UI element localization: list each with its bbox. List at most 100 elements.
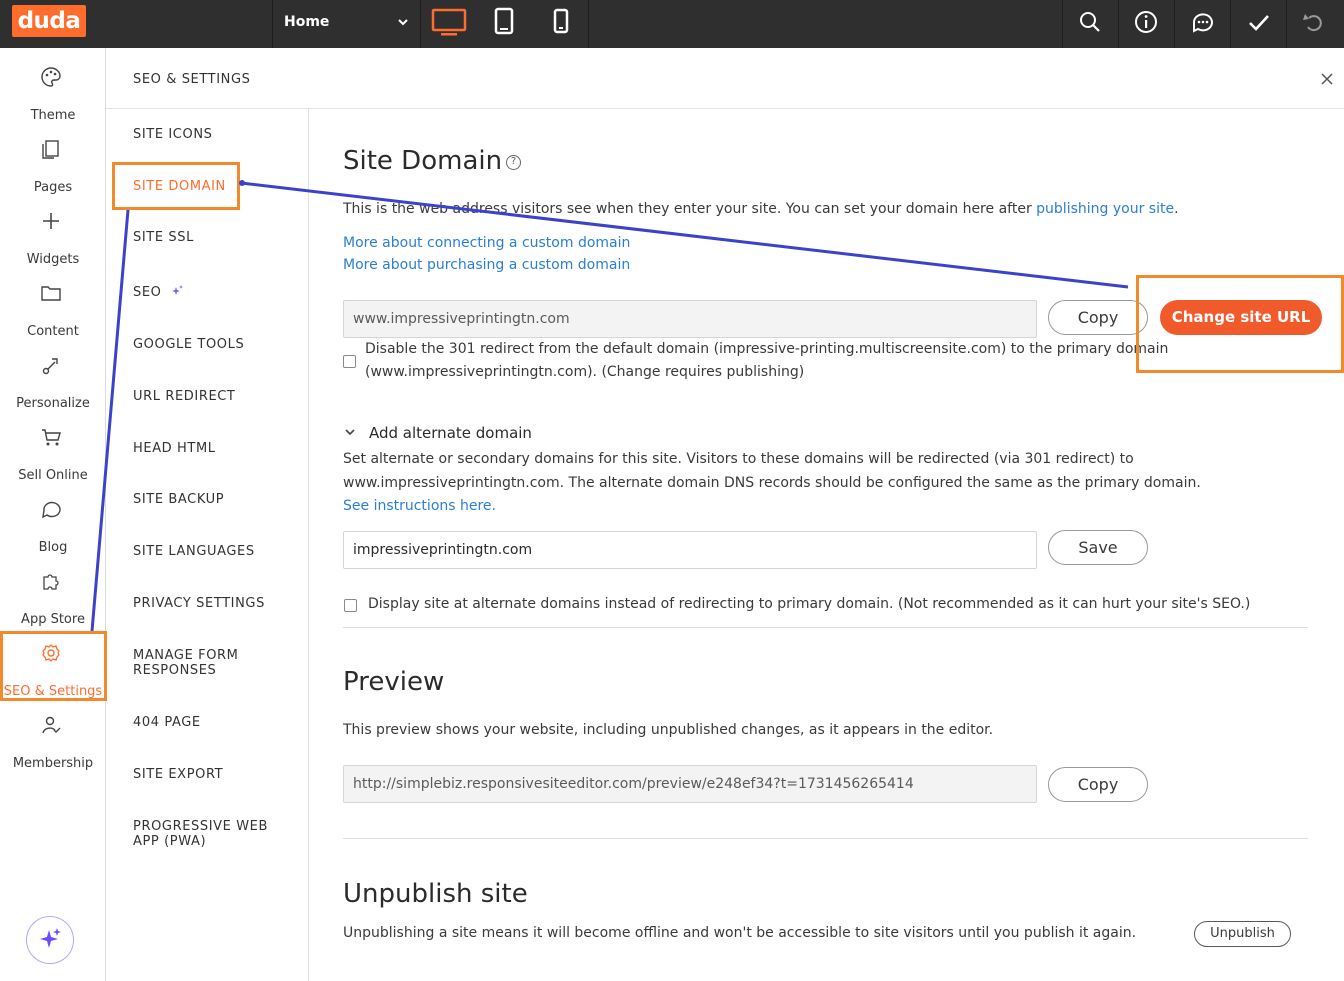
- duda-logo[interactable]: duda: [12, 5, 86, 37]
- pages-icon: [42, 140, 59, 159]
- sparkle-icon: [40, 928, 61, 948]
- add-alternate-domain-toggle[interactable]: Add alternate domain: [369, 422, 532, 445]
- personalize-icon: [42, 358, 58, 375]
- toolbar-divider: [1174, 0, 1175, 48]
- panel-header: SEO & SETTINGS: [106, 48, 1344, 109]
- change-site-url-button[interactable]: Change site URL: [1160, 300, 1322, 335]
- alternate-description-1: Set alternate or secondary domains for t…: [343, 451, 1134, 467]
- rail-item-blog[interactable]: Blog: [0, 490, 106, 560]
- desktop-icon[interactable]: [431, 6, 467, 38]
- preview-url-field[interactable]: http://simplebiz.responsivesiteeditor.co…: [343, 765, 1037, 803]
- copy-domain-button[interactable]: Copy: [1048, 300, 1148, 335]
- panel-title: SEO & SETTINGS: [133, 72, 251, 87]
- site-domain-field[interactable]: www.impressiveprintingtn.com: [343, 300, 1037, 338]
- check-icon[interactable]: [1245, 9, 1273, 37]
- nav-privacy-settings[interactable]: PRIVACY SETTINGS: [133, 596, 265, 611]
- nav-head-html[interactable]: HEAD HTML: [133, 441, 216, 456]
- toolbar-divider: [1062, 0, 1063, 48]
- alternate-domain-input[interactable]: impressiveprintingtn.com: [343, 531, 1037, 569]
- search-icon[interactable]: [1076, 9, 1104, 37]
- nav-site-export[interactable]: SITE EXPORT: [133, 767, 223, 782]
- left-rail: Theme Pages Widgets Content Personalize …: [0, 48, 106, 981]
- copy-preview-button[interactable]: Copy: [1048, 767, 1148, 802]
- description-text: This is the web address visitors see whe…: [343, 201, 1037, 217]
- disable-redirect-label-2: (www.impressiveprintingtn.com). (Change …: [365, 364, 805, 380]
- page-selector[interactable]: Home: [284, 0, 414, 48]
- nav-url-redirect[interactable]: URL REDIRECT: [133, 389, 235, 404]
- site-domain-heading: Site Domain: [343, 146, 503, 176]
- rail-item-label: Sell Online: [18, 468, 88, 483]
- folder-icon: [41, 286, 61, 301]
- info-icon[interactable]: [1132, 9, 1160, 37]
- top-toolbar: duda Home: [0, 0, 1344, 48]
- rail-item-sell-online[interactable]: Sell Online: [0, 418, 106, 488]
- rail-item-label: Pages: [33, 180, 73, 195]
- unpublish-heading: Unpublish site: [343, 879, 528, 909]
- preview-heading: Preview: [343, 667, 445, 697]
- display-alternate-label: Display site at alternate domains instea…: [368, 596, 1251, 612]
- disable-redirect-checkbox[interactable]: [343, 355, 356, 368]
- display-alternate-checkbox[interactable]: [344, 599, 357, 612]
- rail-item-label: Theme: [30, 108, 76, 123]
- description-end: .: [1174, 201, 1179, 217]
- nav-site-ssl[interactable]: SITE SSL: [133, 230, 194, 245]
- nav-seo[interactable]: SEO: [133, 284, 184, 300]
- nav-site-domain[interactable]: SITE DOMAIN: [133, 179, 226, 194]
- ai-assistant-button[interactable]: [26, 916, 74, 964]
- close-icon[interactable]: [1320, 72, 1334, 86]
- unpublish-button[interactable]: Unpublish: [1194, 921, 1291, 947]
- main-content: Site Domain ? This is the web address vi…: [309, 109, 1344, 981]
- cart-icon: [42, 429, 61, 446]
- section-divider: [343, 838, 1308, 839]
- rail-item-widgets[interactable]: Widgets: [0, 202, 106, 272]
- puzzle-icon: [43, 574, 59, 590]
- nav-site-icons[interactable]: SITE ICONS: [133, 127, 213, 142]
- settings-nav: SITE ICONS SITE DOMAIN SITE SSL SEO GOOG…: [106, 109, 309, 981]
- toolbar-divider: [1118, 0, 1119, 48]
- undo-icon[interactable]: [1300, 9, 1328, 37]
- preview-description: This preview shows your website, includi…: [343, 722, 994, 738]
- rail-item-membership[interactable]: Membership: [0, 706, 106, 776]
- toolbar-divider: [420, 0, 421, 48]
- publishing-link[interactable]: publishing your site: [1036, 201, 1174, 217]
- rail-item-pages[interactable]: Pages: [0, 130, 106, 200]
- nav-site-languages[interactable]: SITE LANGUAGES: [133, 544, 255, 559]
- gear-icon: [42, 644, 60, 662]
- member-icon: [42, 716, 61, 734]
- nav-google-tools[interactable]: GOOGLE TOOLS: [133, 337, 244, 352]
- unpublish-description: Unpublishing a site means it will become…: [343, 925, 1137, 941]
- chevron-down-icon[interactable]: [344, 427, 356, 437]
- toolbar-divider: [272, 0, 273, 48]
- tablet-icon[interactable]: [486, 6, 522, 38]
- rail-item-app-store[interactable]: App Store: [0, 562, 106, 632]
- toolbar-divider: [588, 0, 589, 48]
- page-selector-value: Home: [284, 14, 330, 30]
- toolbar-divider: [1286, 0, 1287, 48]
- nav-site-backup[interactable]: SITE BACKUP: [133, 492, 224, 507]
- purchase-domain-link[interactable]: More about purchasing a custom domain: [343, 254, 630, 277]
- rail-item-label: Personalize: [16, 396, 90, 411]
- nav-pwa[interactable]: PROGRESSIVE WEB APP (PWA): [133, 819, 283, 849]
- nav-seo-label: SEO: [133, 285, 162, 300]
- section-divider: [343, 627, 1308, 628]
- rail-item-label: Content: [27, 324, 79, 339]
- help-icon[interactable]: ?: [506, 155, 521, 170]
- site-domain-description: This is the web address visitors see whe…: [343, 198, 1243, 221]
- plus-icon: [43, 213, 59, 229]
- palette-icon: [41, 67, 61, 87]
- rail-item-content[interactable]: Content: [0, 274, 106, 344]
- comments-icon[interactable]: [1189, 9, 1217, 37]
- instructions-link[interactable]: See instructions here.: [343, 495, 496, 518]
- nav-manage-form-responses[interactable]: MANAGE FORM RESPONSES: [133, 648, 273, 678]
- nav-404-page[interactable]: 404 PAGE: [133, 715, 201, 730]
- rail-item-theme[interactable]: Theme: [0, 58, 106, 128]
- rail-item-personalize[interactable]: Personalize: [0, 346, 106, 416]
- rail-item-label: App Store: [21, 612, 85, 627]
- save-alternate-button[interactable]: Save: [1048, 530, 1148, 565]
- mobile-icon[interactable]: [543, 6, 579, 38]
- rail-item-label: Membership: [12, 756, 94, 771]
- rail-item-seo-settings[interactable]: SEO & Settings: [0, 634, 106, 704]
- alternate-description-2: www.impressiveprintingtn.com. The altern…: [343, 475, 1201, 491]
- toolbar-divider: [1230, 0, 1231, 48]
- connect-domain-link[interactable]: More about connecting a custom domain: [343, 232, 630, 255]
